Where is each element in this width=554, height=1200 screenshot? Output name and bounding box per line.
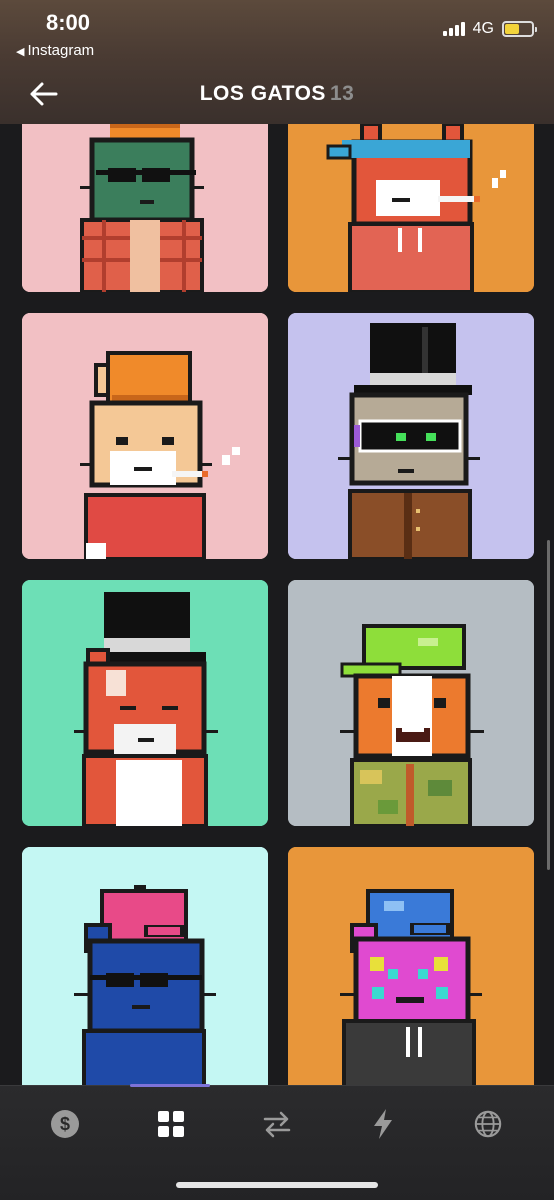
back-to-app-link[interactable]: ◀ Instagram xyxy=(16,42,94,59)
pixel-cat-image xyxy=(22,580,268,826)
network-label: 4G xyxy=(472,20,494,37)
top-bar: 8:00 ◀ Instagram 4G LOS GATOS 13 xyxy=(0,0,554,124)
page-title: LOS GATOS 13 xyxy=(0,82,554,106)
tab-trade[interactable] xyxy=(257,1104,297,1144)
tab-activity[interactable] xyxy=(363,1104,403,1144)
back-app-label: Instagram xyxy=(27,42,95,59)
home-indicator[interactable] xyxy=(176,1182,378,1188)
grid-icon xyxy=(158,1111,184,1137)
tab-explore[interactable] xyxy=(468,1104,508,1144)
lightning-icon xyxy=(374,1109,392,1139)
nft-card-pink-cyborg-cat[interactable] xyxy=(288,847,534,1085)
globe-icon xyxy=(474,1110,502,1138)
pixel-cat-image xyxy=(288,313,534,559)
status-indicators: 4G xyxy=(442,20,537,38)
dollar-icon: $ xyxy=(51,1110,79,1138)
pixel-cat-image xyxy=(22,847,268,1085)
tab-collection[interactable] xyxy=(151,1104,191,1144)
pixel-cat-image xyxy=(288,580,534,826)
collection-count: 13 xyxy=(329,82,355,105)
active-tab-indicator xyxy=(130,1084,210,1087)
nft-card-green-cap-cat[interactable] xyxy=(288,580,534,826)
scrollbar[interactable] xyxy=(547,540,550,870)
collection-name: LOS GATOS xyxy=(199,82,326,105)
status-time: 8:00 xyxy=(46,10,91,35)
tab-wallet[interactable]: $ xyxy=(45,1104,85,1144)
nft-card-beanie-cat[interactable] xyxy=(22,313,268,559)
nft-card-blue-cat[interactable] xyxy=(22,847,268,1085)
swap-arrows-icon xyxy=(263,1111,291,1138)
svg-text:$: $ xyxy=(60,1114,70,1134)
nft-card-tophat-visor-cat[interactable] xyxy=(288,313,534,559)
nft-grid xyxy=(0,0,554,1085)
pixel-cat-image xyxy=(22,313,268,559)
back-triangle-icon: ◀ xyxy=(16,46,25,58)
signal-icon xyxy=(442,22,465,36)
nft-card-tophat-orange-cat[interactable] xyxy=(22,580,268,826)
battery-icon xyxy=(502,21,537,37)
pixel-cat-image xyxy=(288,847,534,1085)
